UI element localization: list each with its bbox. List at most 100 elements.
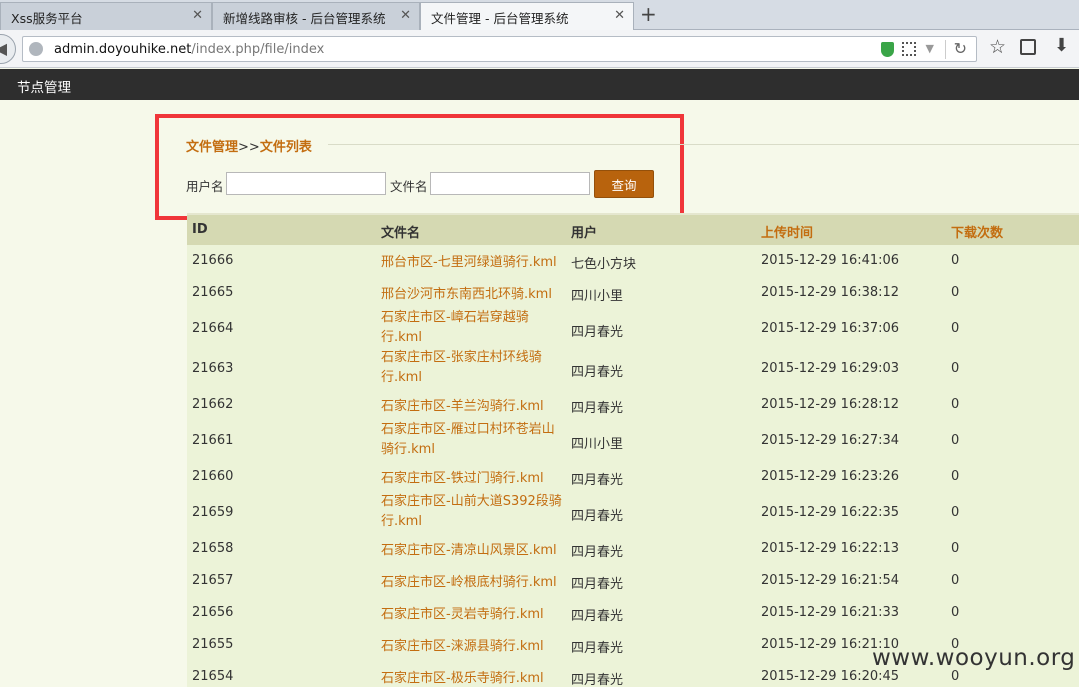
tab-file-management[interactable]: 文件管理 - 后台管理系统 ✕ <box>420 2 634 31</box>
cell-id: 21656 <box>192 605 234 620</box>
table-row: 21656 石家庄市区-灵岩寺骑行.kml 四月春光 2015-12-29 16:21… <box>187 598 1079 630</box>
watermark: www.wooyun.org <box>872 645 1076 671</box>
site-top-menu: 节点管理 <box>0 69 1079 100</box>
cell-download-count: 0 <box>951 321 960 336</box>
breadcrumb: 文件管理>>文件列表 <box>186 136 312 155</box>
cell-filename-link[interactable]: 石家庄市区-羊兰沟骑行.kml <box>381 397 567 417</box>
browser-tab-bar: Xss服务平台 ✕ 新增线路审核 - 后台管理系统 ✕ 文件管理 - 后台管理系… <box>0 0 1079 31</box>
cell-id: 21663 <box>192 361 234 376</box>
table-row: 21658 石家庄市区-清凉山风景区.kml 四月春光 2015-12-29 16:2… <box>187 534 1079 566</box>
cell-upload-time: 2015-12-29 16:21:33 <box>761 605 900 620</box>
cell-upload-time: 2015-12-29 16:20:45 <box>761 669 900 684</box>
cell-user: 四川小里 <box>571 289 624 304</box>
filename-input[interactable] <box>430 172 590 195</box>
cell-filename-link[interactable]: 石家庄市区-清凉山风景区.kml <box>381 541 567 561</box>
cell-download-count: 0 <box>951 573 960 588</box>
cell-filename-link[interactable]: 石家庄市区-灵岩寺骑行.kml <box>381 605 567 625</box>
cell-upload-time: 2015-12-29 16:29:03 <box>761 361 900 376</box>
cell-download-count: 0 <box>951 605 960 620</box>
cell-user: 四月春光 <box>571 473 624 488</box>
menu-item-node-management[interactable]: 节点管理 <box>17 76 71 96</box>
cell-filename-link[interactable]: 邢台沙河市东南西北环骑.kml <box>381 285 567 305</box>
cell-user: 四月春光 <box>571 641 624 656</box>
query-button[interactable]: 查询 <box>594 170 654 198</box>
url-text: admin.doyouhike.net/index.php/file/index <box>54 42 325 57</box>
back-arrow-icon[interactable]: ◀ <box>0 34 16 64</box>
chevron-down-icon[interactable]: ▼ <box>926 42 934 55</box>
globe-icon <box>29 42 43 56</box>
navigation-bar: ◀ admin.doyouhike.net/index.php/file/ind… <box>0 30 1079 68</box>
cell-filename-link[interactable]: 石家庄市区-铁过门骑行.kml <box>381 469 567 489</box>
header-user: 用户 <box>571 226 598 241</box>
cell-user: 四月春光 <box>571 609 624 624</box>
tab-route-review[interactable]: 新增线路审核 - 后台管理系统 ✕ <box>212 2 420 30</box>
breadcrumb-root[interactable]: 文件管理 <box>186 140 238 155</box>
cell-filename-link[interactable]: 石家庄市区-雁过口村环苍岩山骑行.kml <box>381 420 567 460</box>
cell-user: 四月春光 <box>571 365 624 380</box>
breadcrumb-current[interactable]: 文件列表 <box>260 140 312 155</box>
cell-upload-time: 2015-12-29 16:28:12 <box>761 397 900 412</box>
cell-download-count: 0 <box>951 397 960 412</box>
cell-upload-time: 2015-12-29 16:41:06 <box>761 253 900 268</box>
cell-download-count: 0 <box>951 469 960 484</box>
table-row: 21663 石家庄市区-张家庄村环线骑行.kml 四月春光 2015-12-29 16… <box>187 350 1079 390</box>
cell-download-count: 0 <box>951 541 960 556</box>
divider <box>945 40 946 59</box>
cell-download-count: 0 <box>951 505 960 520</box>
cell-filename-link[interactable]: 石家庄市区-极乐寺骑行.kml <box>381 669 567 687</box>
cell-upload-time: 2015-12-29 16:38:12 <box>761 285 900 300</box>
bookmark-star-icon[interactable]: ☆ <box>989 36 1006 58</box>
table-row: 21666 邢台市区-七里河绿道骑行.kml 七色小方块 2015-12-29 16:… <box>187 246 1079 278</box>
cell-id: 21661 <box>192 433 234 448</box>
cell-user: 四月春光 <box>571 325 624 340</box>
cell-download-count: 0 <box>951 433 960 448</box>
breadcrumb-divider <box>328 144 1079 145</box>
cell-id: 21666 <box>192 253 234 268</box>
username-input[interactable] <box>226 172 386 195</box>
cell-filename-link[interactable]: 石家庄市区-嶂石岩穿越骑行.kml <box>381 308 567 348</box>
table-row: 21665 邢台沙河市东南西北环骑.kml 四川小里 2015-12-29 16:38… <box>187 278 1079 310</box>
cell-download-count: 0 <box>951 285 960 300</box>
close-icon[interactable]: ✕ <box>400 8 411 23</box>
table-row: 21662 石家庄市区-羊兰沟骑行.kml 四月春光 2015-12-29 16:28… <box>187 390 1079 422</box>
cell-id: 21659 <box>192 505 234 520</box>
cell-filename-link[interactable]: 石家庄市区-岭根底村骑行.kml <box>381 573 567 593</box>
cell-download-count: 0 <box>951 669 960 684</box>
shield-icon[interactable] <box>881 42 894 57</box>
cell-id: 21655 <box>192 637 234 652</box>
cell-upload-time: 2015-12-29 16:23:26 <box>761 469 900 484</box>
breadcrumb-separator: >> <box>238 140 260 155</box>
cell-download-count: 0 <box>951 361 960 376</box>
tab-title: Xss服务平台 <box>11 11 83 26</box>
reload-icon[interactable]: ↻ <box>954 39 967 58</box>
table-row: 21657 石家庄市区-岭根底村骑行.kml 四月春光 2015-12-29 16:2… <box>187 566 1079 598</box>
cell-upload-time: 2015-12-29 16:21:54 <box>761 573 900 588</box>
new-tab-button[interactable]: + <box>640 3 657 25</box>
table-row: 21660 石家庄市区-铁过门骑行.kml 四月春光 2015-12-29 16:23… <box>187 462 1079 494</box>
close-icon[interactable]: ✕ <box>614 8 625 23</box>
table-row: 21661 石家庄市区-雁过口村环苍岩山骑行.kml 四川小里 2015-12-29 … <box>187 422 1079 462</box>
close-icon[interactable]: ✕ <box>192 8 203 23</box>
cell-filename-link[interactable]: 石家庄市区-张家庄村环线骑行.kml <box>381 348 567 388</box>
cell-filename-link[interactable]: 邢台市区-七里河绿道骑行.kml <box>381 253 567 273</box>
tab-xss-platform[interactable]: Xss服务平台 ✕ <box>0 2 212 30</box>
cell-id: 21654 <box>192 669 234 684</box>
qr-code-icon[interactable] <box>902 42 916 56</box>
cell-id: 21658 <box>192 541 234 556</box>
cell-upload-time: 2015-12-29 16:37:06 <box>761 321 900 336</box>
cell-upload-time: 2015-12-29 16:22:35 <box>761 505 900 520</box>
cell-filename-link[interactable]: 石家庄市区-山前大道S392段骑行.kml <box>381 492 567 532</box>
tab-title: 文件管理 - 后台管理系统 <box>431 11 569 26</box>
download-icon[interactable]: ⬇ <box>1054 35 1069 56</box>
cell-user: 四月春光 <box>571 509 624 524</box>
cell-filename-link[interactable]: 石家庄市区-涞源县骑行.kml <box>381 637 567 657</box>
header-download-count[interactable]: 下载次数 <box>951 222 1003 241</box>
highlight-box <box>155 114 684 220</box>
filename-label: 文件名 <box>390 179 428 194</box>
cell-user: 四月春光 <box>571 673 624 687</box>
header-filename: 文件名 <box>381 226 421 241</box>
cell-user: 四川小里 <box>571 437 624 452</box>
header-upload-time[interactable]: 上传时间 <box>761 222 813 241</box>
reading-list-icon[interactable] <box>1020 39 1036 55</box>
address-bar[interactable]: admin.doyouhike.net/index.php/file/index… <box>22 36 977 62</box>
